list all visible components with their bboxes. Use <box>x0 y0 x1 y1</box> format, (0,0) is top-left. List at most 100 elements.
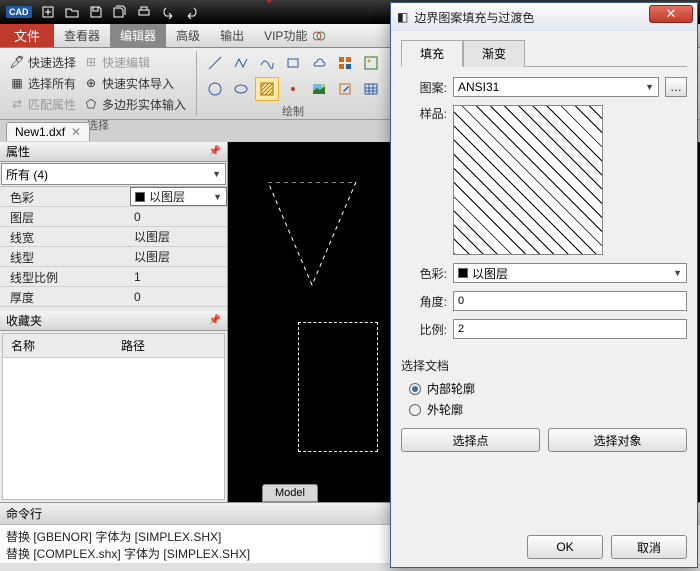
menu-vip[interactable]: VIP功能 <box>254 24 335 47</box>
prop-k: 厚度 <box>0 287 130 306</box>
radio-inner[interactable]: 内部轮廓 <box>401 378 687 399</box>
prop-row-ltscale[interactable]: 线型比例1 <box>0 267 227 287</box>
chevron-down-icon: ▼ <box>213 192 222 202</box>
dialog-close-button[interactable]: ✕ <box>649 5 693 23</box>
prop-k: 图层 <box>0 207 130 226</box>
menu-advanced[interactable]: 高级 <box>166 24 210 47</box>
match-props-button[interactable]: ⇄匹配属性 <box>10 95 76 113</box>
menu-output[interactable]: 输出 <box>210 24 254 47</box>
circle-tool[interactable] <box>203 77 227 101</box>
props-title: 属性 <box>6 143 30 160</box>
draw-tool-grid <box>203 51 383 101</box>
cancel-button[interactable]: 取消 <box>611 535 687 559</box>
match-props-label: 匹配属性 <box>28 96 76 113</box>
app-logo: CAD <box>6 6 32 18</box>
prop-row-thickness[interactable]: 厚度0 <box>0 287 227 307</box>
pin-icon[interactable]: 📌 <box>209 146 221 157</box>
entity-import-label: 快速实体导入 <box>102 75 174 92</box>
angle-input[interactable] <box>453 291 687 311</box>
doc-tab-label: New1.dxf <box>15 125 65 139</box>
pick-object-button[interactable]: 选择对象 <box>548 428 687 452</box>
rect-tool[interactable] <box>281 51 305 75</box>
prop-row-layer[interactable]: 图层0 <box>0 207 227 227</box>
pin-icon[interactable]: 📌 <box>209 315 221 326</box>
spline-tool[interactable] <box>255 51 279 75</box>
image-tool[interactable] <box>307 77 331 101</box>
rectangle-shape <box>298 322 378 452</box>
prop-v-text: 以图层 <box>149 188 185 205</box>
menu-viewer[interactable]: 查看器 <box>54 24 110 47</box>
radio-outer[interactable]: 外轮廓 <box>401 399 687 420</box>
prop-v: 0 <box>130 287 227 306</box>
edit-block-tool[interactable] <box>333 77 357 101</box>
radio-outer-label: 外轮廓 <box>427 401 463 418</box>
table-tool[interactable] <box>359 77 383 101</box>
block-tool[interactable] <box>333 51 357 75</box>
hatch-tool[interactable] <box>255 77 279 101</box>
image-insert-tool[interactable] <box>359 51 383 75</box>
entity-import-button[interactable]: ⊕快速实体导入 <box>84 74 186 92</box>
polygon-icon: ⬠ <box>84 97 98 111</box>
fav-list: 名称路径 <box>2 333 225 500</box>
select-all-button[interactable]: ▦选择所有 <box>10 74 76 92</box>
point-tool[interactable] <box>281 77 305 101</box>
props-panel-head: 属性 📌 <box>0 142 227 162</box>
pattern-browse-button[interactable]: … <box>665 77 687 97</box>
prop-v: 以图层 <box>130 247 227 266</box>
dialog-footer: OK 取消 <box>401 525 687 559</box>
file-menu[interactable]: 文件 <box>0 24 54 47</box>
new-icon[interactable] <box>40 5 56 19</box>
model-tab[interactable]: Model <box>262 484 318 502</box>
prop-k: 线型 <box>0 247 130 266</box>
ok-button[interactable]: OK <box>527 535 603 559</box>
quick-select-button[interactable]: 🖊快速选择 <box>10 53 76 71</box>
fav-list-header: 名称路径 <box>3 334 224 358</box>
polyline-tool[interactable] <box>229 51 253 75</box>
quick-edit-button[interactable]: ⊞快速编辑 <box>84 53 186 71</box>
dialog-tabs: 填充 渐变 <box>401 39 687 67</box>
color-select[interactable]: 以图层▼ <box>453 263 687 283</box>
saveall-icon[interactable] <box>112 5 128 19</box>
prop-v[interactable]: 以图层 ▼ <box>130 187 227 206</box>
chevron-down-icon: ▼ <box>645 82 654 92</box>
selection-dropdown[interactable]: 所有 (4) ▼ <box>1 163 226 185</box>
triangle-shape <box>268 182 358 287</box>
pattern-value: ANSI31 <box>458 80 499 94</box>
fav-panel-head: 收藏夹 📌 <box>0 311 227 331</box>
polygon-input-button[interactable]: ⬠ 多边形实体输入 <box>84 95 186 113</box>
scale-input[interactable] <box>453 319 687 339</box>
prop-row-color[interactable]: 色彩以图层▼ <box>0 187 227 207</box>
chevron-down-icon: ▼ <box>212 169 221 179</box>
selection-dropdown-label: 所有 (4) <box>6 166 48 183</box>
tab-gradient[interactable]: 渐变 <box>463 40 525 67</box>
ribbon-import-group: ⊞快速编辑 ⊕快速实体导入 ⬠ 多边形实体输入 <box>80 51 190 115</box>
prop-row-lineweight[interactable]: 线宽以图层 <box>0 227 227 247</box>
prop-k: 线型比例 <box>0 267 130 286</box>
color-swatch-icon <box>458 268 468 278</box>
tab-fill[interactable]: 填充 <box>401 40 463 67</box>
pattern-select[interactable]: ANSI31 ▼ <box>453 77 659 97</box>
prop-v: 0 <box>130 207 227 226</box>
redo-icon[interactable] <box>184 5 200 19</box>
dialog-titlebar: ◧ 边界图案填充与过渡色 ✕ <box>391 3 697 31</box>
menu-editor[interactable]: 编辑器 <box>110 24 166 47</box>
save-icon[interactable] <box>88 5 104 19</box>
menu-vip-label: VIP功能 <box>264 27 307 44</box>
undo-icon[interactable] <box>160 5 176 19</box>
line-tool[interactable] <box>203 51 227 75</box>
pick-point-button[interactable]: 选择点 <box>401 428 540 452</box>
prop-row-linetype[interactable]: 线型以图层 <box>0 247 227 267</box>
cursor-sparkle-icon: 🖊 <box>10 55 24 69</box>
select-all-label: 选择所有 <box>28 75 76 92</box>
print-icon[interactable] <box>136 5 152 19</box>
cloud-tool[interactable] <box>307 51 331 75</box>
doc-tab[interactable]: New1.dxf ✕ <box>6 122 90 141</box>
angle-label: 角度: <box>401 293 447 310</box>
close-tab-icon[interactable]: ✕ <box>71 125 81 139</box>
polygon-input-label: 多边形实体输入 <box>102 96 186 113</box>
pattern-row: 图案: ANSI31▼ … <box>401 77 687 97</box>
open-icon[interactable] <box>64 5 80 19</box>
fav-title: 收藏夹 <box>6 312 42 329</box>
ellipse-tool[interactable] <box>229 77 253 101</box>
radio-inner-label: 内部轮廓 <box>427 380 475 397</box>
